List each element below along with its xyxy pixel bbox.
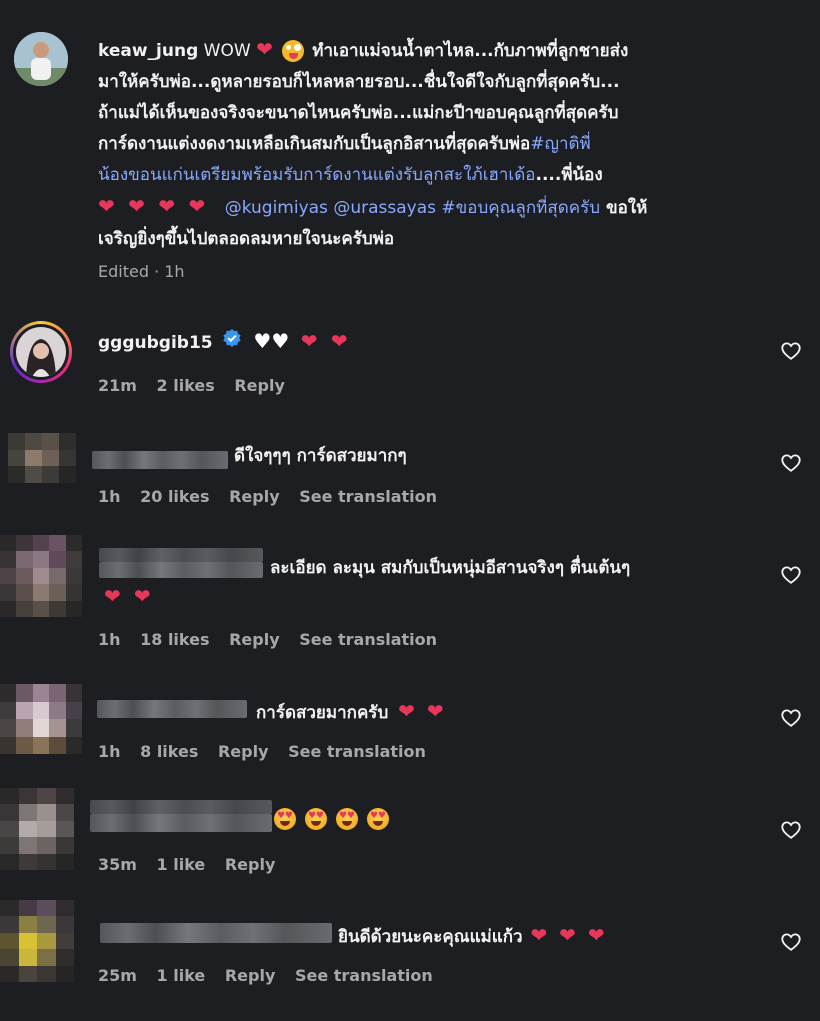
blurred-username bbox=[99, 548, 263, 562]
comment-time: 1h bbox=[98, 630, 121, 649]
avatar[interactable] bbox=[14, 32, 68, 86]
likes-count[interactable]: 20 likes bbox=[140, 487, 209, 506]
comment-text-line7: เจริญยิ่งๆขึ้นไปตลอดลมหายใจนะครับพ่อ bbox=[98, 229, 395, 249]
red-heart-emoji: ❤ bbox=[559, 923, 576, 947]
comment-text: WOW bbox=[198, 41, 257, 61]
likes-count[interactable]: 1 like bbox=[157, 966, 206, 985]
blurred-username bbox=[100, 923, 332, 943]
comment-meta: Edited · 1h bbox=[98, 262, 185, 281]
avatar-story-ring[interactable] bbox=[10, 321, 72, 383]
comment-username[interactable]: keaw_jung bbox=[98, 41, 198, 61]
avatar-pixelated[interactable] bbox=[0, 788, 74, 870]
red-heart-emoji: ❤ bbox=[188, 194, 206, 218]
white-heart-emoji: ♥ bbox=[253, 329, 272, 353]
avatar-pixelated[interactable] bbox=[0, 684, 82, 754]
comment-text: ละเอียด ละมุน สมกับเป็นหนุ่มอีสานจริงๆ ต… bbox=[270, 558, 631, 578]
comment-text-line5: ....พี่น้อง bbox=[535, 165, 603, 185]
reply-button[interactable]: Reply bbox=[225, 966, 276, 985]
heart-outline-icon[interactable] bbox=[780, 564, 802, 586]
red-heart-emoji: ❤ bbox=[104, 584, 121, 608]
mention-kugimiyas[interactable]: @kugimiyas bbox=[225, 198, 328, 218]
heart-outline-icon[interactable] bbox=[780, 340, 802, 362]
comment-text-line1: ทำเอาแม่จนน้ำตาไหล...กับภาพที่ลูกชายส่ง bbox=[312, 41, 629, 61]
heart-outline-icon[interactable] bbox=[780, 931, 802, 953]
red-heart-emoji: ❤ bbox=[398, 699, 415, 723]
comment-time: 21m bbox=[98, 376, 137, 395]
blurred-username bbox=[99, 562, 263, 578]
see-translation-link[interactable]: See translation bbox=[299, 487, 437, 506]
heart-eyes-emoji bbox=[305, 808, 327, 830]
likes-count[interactable]: 18 likes bbox=[140, 630, 209, 649]
hashtag-link-continued[interactable]: น้องขอนแก่นเตรียมพร้อมรับการ์ดงานแต่งรับ… bbox=[98, 165, 536, 185]
comment-time: 1h bbox=[98, 742, 121, 761]
red-heart-emoji: ❤ bbox=[98, 194, 115, 218]
blurred-username bbox=[97, 700, 247, 718]
avatar-pixelated[interactable] bbox=[0, 900, 74, 982]
comment-text-line2: มาให้ครับพ่อ...ดูหลายรอบก็ไหลหลายรอบ...ช… bbox=[98, 72, 620, 92]
mention-urassayas[interactable]: @urassayas bbox=[333, 198, 436, 218]
comment-text-line3: ถ้าแม่ได้เห็นของจริงจะขนาดไหนครับพ่อ...แ… bbox=[98, 103, 619, 123]
comment-time: 25m bbox=[98, 966, 137, 985]
heart-outline-icon[interactable] bbox=[780, 452, 802, 474]
reply-button[interactable]: Reply bbox=[229, 487, 280, 506]
hashtag-link[interactable]: #ญาติพี่ bbox=[530, 134, 591, 154]
heart-outline-icon[interactable] bbox=[780, 707, 802, 729]
comment-text: ดีใจๆๆๆ การ์ดสวยมากๆ bbox=[234, 446, 407, 466]
heart-outline-icon[interactable] bbox=[780, 819, 802, 841]
heart-eyes-emoji bbox=[367, 808, 389, 830]
comment-username[interactable]: gggubgib15 bbox=[98, 333, 213, 353]
red-heart-emoji: ❤ bbox=[330, 329, 348, 353]
comment-text-line6: ขอให้ bbox=[600, 198, 648, 218]
heart-eyes-emoji bbox=[274, 808, 296, 830]
blurred-username bbox=[90, 800, 272, 814]
red-heart-emoji: ❤ bbox=[587, 923, 605, 947]
reply-button[interactable]: Reply bbox=[218, 742, 269, 761]
likes-count[interactable]: 8 likes bbox=[140, 742, 198, 761]
verified-badge-icon bbox=[222, 328, 242, 359]
red-heart-emoji: ❤ bbox=[133, 584, 151, 608]
red-heart-emoji: ❤ bbox=[256, 37, 273, 61]
see-translation-link[interactable]: See translation bbox=[299, 630, 437, 649]
reply-button[interactable]: Reply bbox=[234, 376, 285, 395]
likes-count[interactable]: 2 likes bbox=[157, 376, 215, 395]
reply-button[interactable]: Reply bbox=[225, 855, 276, 874]
comment-text: ยินดีด้วยนะคะคุณแม่แก้ว bbox=[338, 927, 523, 947]
reply-button[interactable]: Reply bbox=[229, 630, 280, 649]
blurred-username bbox=[90, 814, 272, 832]
comment-text-line4: การ์ดงานแต่งงดงามเหลือเกินสมกับเป็นลูกอิ… bbox=[98, 134, 531, 154]
avatar-pixelated[interactable] bbox=[8, 433, 76, 483]
red-heart-emoji: ❤ bbox=[530, 923, 548, 947]
heart-eyes-emoji bbox=[336, 808, 358, 830]
see-translation-link[interactable]: See translation bbox=[295, 966, 433, 985]
comment-time: 1h bbox=[98, 487, 121, 506]
comment-text: การ์ดสวยมากครับ bbox=[256, 703, 389, 723]
blurred-username bbox=[92, 451, 228, 469]
red-heart-emoji: ❤ bbox=[300, 329, 318, 353]
zany-face-emoji bbox=[282, 40, 305, 62]
red-heart-emoji: ❤ bbox=[426, 699, 444, 723]
avatar-pixelated[interactable] bbox=[0, 535, 82, 617]
comment-time: 35m bbox=[98, 855, 137, 874]
see-translation-link[interactable]: See translation bbox=[288, 742, 426, 761]
red-heart-emoji: ❤ bbox=[128, 194, 145, 218]
likes-count[interactable]: 1 like bbox=[157, 855, 206, 874]
red-heart-emoji: ❤ bbox=[158, 194, 176, 218]
hashtag-thanks[interactable]: #ขอบคุณลูกที่สุดครับ bbox=[441, 198, 600, 218]
white-heart-emoji: ♥ bbox=[271, 329, 290, 353]
